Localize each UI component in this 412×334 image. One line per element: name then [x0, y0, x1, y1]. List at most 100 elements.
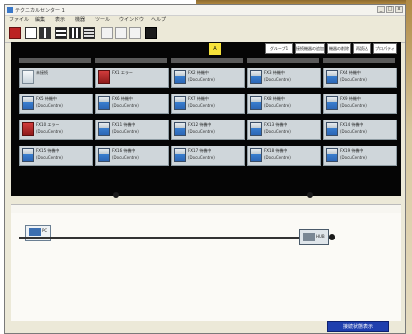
- row-separator: [11, 116, 401, 120]
- printer-icon: [250, 70, 262, 84]
- maximize-button[interactable]: □: [386, 6, 394, 13]
- device-tile[interactable]: FX12 待機中 (DocuCentre): [171, 118, 245, 140]
- column-header: [19, 58, 91, 63]
- device-name: FX19 待機中: [340, 148, 364, 153]
- device-tile[interactable]: FX9 待機中 (DocuCentre): [323, 92, 397, 114]
- menu-file[interactable]: ファイル: [9, 16, 29, 23]
- reload-button[interactable]: 再読込: [353, 43, 371, 54]
- device-name: FX7 待機中: [188, 96, 209, 101]
- device-model: (DocuCentre): [112, 155, 139, 160]
- network-panel: PC HUB: [11, 204, 401, 321]
- row-separator: [11, 168, 401, 172]
- printer-icon: [22, 96, 34, 110]
- device-name: FX18 待機中: [264, 148, 288, 153]
- device-model: (DocuCentre): [264, 77, 291, 82]
- minimize-button[interactable]: _: [377, 6, 385, 13]
- copy-icon[interactable]: [129, 27, 141, 39]
- redo-icon[interactable]: [115, 27, 127, 39]
- pc-label: PC: [42, 228, 48, 233]
- device-model: (DocuCentre): [188, 129, 215, 134]
- monitor-icon: [29, 228, 41, 236]
- app-icon: [7, 7, 13, 13]
- device-model: (DocuCentre): [264, 155, 291, 160]
- list-icon[interactable]: [55, 27, 67, 39]
- device-model: (DocuCentre): [340, 103, 367, 108]
- menu-window[interactable]: ウインドウ: [119, 16, 144, 23]
- save-icon[interactable]: [145, 27, 157, 39]
- device-model: (DocuCentre): [36, 155, 63, 160]
- device-name: FX11 待機中: [112, 122, 136, 127]
- printer-icon[interactable]: [9, 27, 21, 39]
- printer-icon: [98, 96, 110, 110]
- device-tile[interactable]: FX5 待機中 (DocuCentre): [19, 92, 93, 114]
- device-tile[interactable]: FX6 待機中 (DocuCentre): [95, 92, 169, 114]
- menu-view[interactable]: 表示: [55, 16, 65, 23]
- device-tile[interactable]: FX18 待機中 (DocuCentre): [247, 144, 321, 166]
- device-tile[interactable]: FX17 待機中 (DocuCentre): [171, 144, 245, 166]
- device-tile[interactable]: FX4 待機中 (DocuCentre): [323, 66, 397, 88]
- device-name: FX15 待機中: [36, 148, 60, 153]
- device-name: FX6 待機中: [112, 96, 133, 101]
- device-tile[interactable]: FX19 待機中 (DocuCentre): [323, 144, 397, 166]
- device-model: (DocuCentre): [340, 155, 367, 160]
- device-tile[interactable]: FX1 エラー: [95, 66, 169, 88]
- hub-node[interactable]: HUB: [299, 229, 329, 245]
- printer-icon: [98, 122, 110, 136]
- group-indicator[interactable]: A: [209, 43, 221, 55]
- scroll-left-icon[interactable]: [113, 192, 119, 198]
- device-name: FX8 待機中: [264, 96, 285, 101]
- device-name: FX17 待機中: [188, 148, 212, 153]
- printer-icon: [326, 70, 338, 84]
- app-window: テクニカルセンター 1 _ □ x ファイル 編集 表示 機器 ツール ウインド…: [4, 4, 406, 334]
- device-model: (DocuCentre): [188, 77, 215, 82]
- window-title: テクニカルセンター 1: [15, 8, 65, 14]
- group-button[interactable]: グループ1: [265, 43, 293, 54]
- grid-icon[interactable]: [83, 27, 95, 39]
- column-header: [171, 58, 243, 63]
- add-device-button[interactable]: 接続機器の追加: [295, 43, 325, 54]
- menu-edit[interactable]: 編集: [35, 16, 45, 23]
- device-tile[interactable]: FX10 エラー (DocuCentre): [19, 118, 93, 140]
- row-separator: [11, 90, 401, 94]
- close-button[interactable]: x: [395, 6, 403, 13]
- properties-button[interactable]: プロパティ: [373, 43, 397, 54]
- printer-error-icon: [98, 70, 110, 84]
- printer-icon: [98, 148, 110, 162]
- network-line: [19, 237, 335, 239]
- document-icon[interactable]: [25, 27, 37, 39]
- printer-icon: [174, 70, 186, 84]
- device-name: FX12 待機中: [188, 122, 212, 127]
- menu-device[interactable]: 機器: [75, 16, 85, 23]
- column-header: [247, 58, 319, 63]
- device-tile[interactable]: FX3 待機中 (DocuCentre): [247, 66, 321, 88]
- undo-icon[interactable]: [101, 27, 113, 39]
- background-photo-right: [406, 0, 412, 334]
- device-tile[interactable]: 未接続: [19, 66, 93, 88]
- printer-icon: [250, 96, 262, 110]
- delete-device-button[interactable]: 機器の削除: [327, 43, 351, 54]
- device-name: FX16 待機中: [112, 148, 136, 153]
- menu-tools[interactable]: ツール: [95, 16, 110, 23]
- menu-help[interactable]: ヘルプ: [151, 16, 166, 23]
- hub-icon: [303, 233, 315, 241]
- transfer-icon[interactable]: [39, 27, 51, 39]
- printer-error-icon: [22, 122, 34, 136]
- device-model: (DocuCentre): [112, 103, 139, 108]
- device-name: FX4 待機中: [340, 70, 361, 75]
- scroll-right-icon[interactable]: [307, 192, 313, 198]
- device-tile[interactable]: FX8 待機中 (DocuCentre): [247, 92, 321, 114]
- device-model: (DocuCentre): [36, 129, 63, 134]
- device-tile[interactable]: FX16 待機中 (DocuCentre): [95, 144, 169, 166]
- columns-icon[interactable]: [69, 27, 81, 39]
- status-button[interactable]: 接続状態表示: [327, 321, 389, 332]
- device-tile[interactable]: FX14 待機中 (DocuCentre): [323, 118, 397, 140]
- device-tile[interactable]: FX13 待機中 (DocuCentre): [247, 118, 321, 140]
- device-tile[interactable]: FX2 待機中 (DocuCentre): [171, 66, 245, 88]
- device-tile[interactable]: FX11 待機中 (DocuCentre): [95, 118, 169, 140]
- device-name: 未接続: [36, 70, 48, 75]
- device-tile[interactable]: FX15 待機中 (DocuCentre): [19, 144, 93, 166]
- printer-icon: [326, 96, 338, 110]
- printer-icon: [174, 96, 186, 110]
- printer-offline-icon: [22, 70, 34, 84]
- device-tile[interactable]: FX7 待機中 (DocuCentre): [171, 92, 245, 114]
